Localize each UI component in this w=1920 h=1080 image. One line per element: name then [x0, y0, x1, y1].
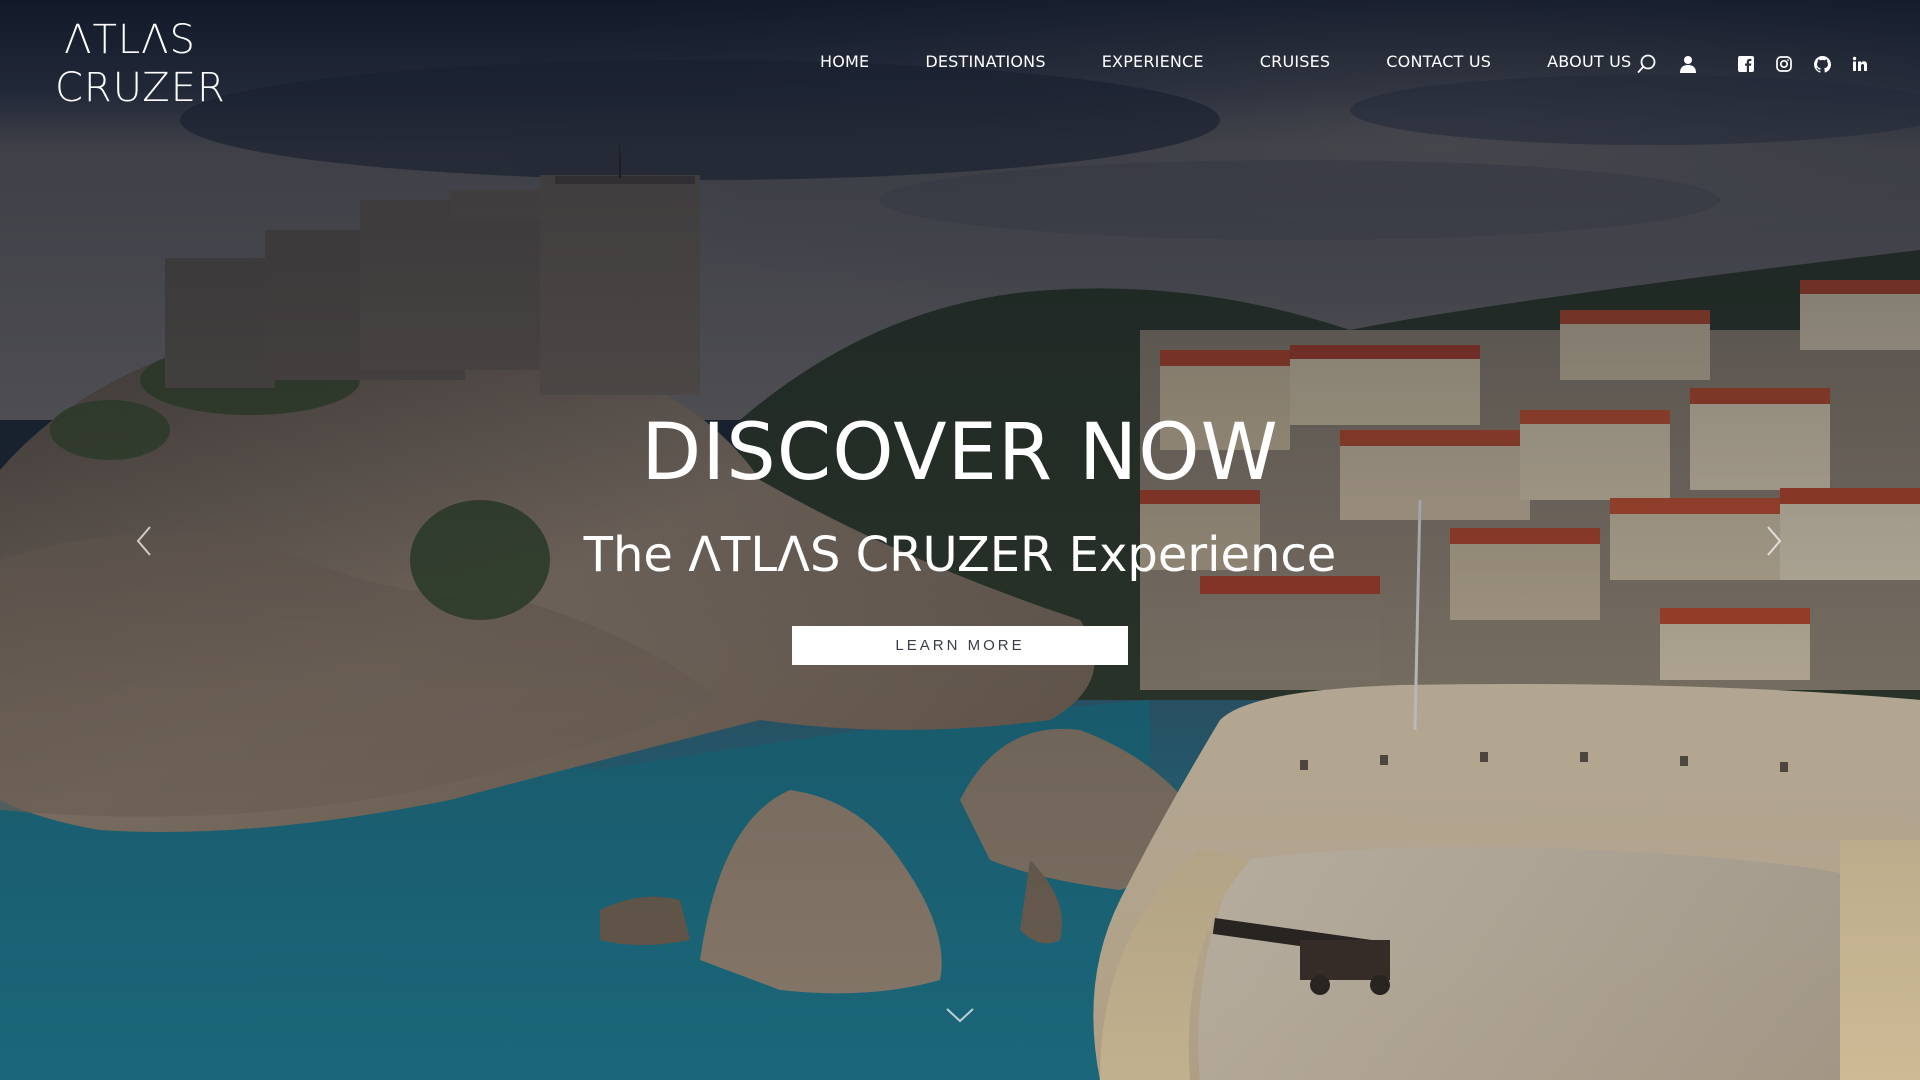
facebook-icon[interactable] — [1735, 53, 1757, 75]
instagram-icon[interactable] — [1773, 53, 1795, 75]
search-icon[interactable] — [1636, 53, 1658, 75]
chevron-left-icon[interactable] — [134, 525, 154, 562]
chevron-right-icon[interactable] — [1764, 525, 1784, 562]
nav-item-cruises[interactable]: CRUISES — [1260, 52, 1331, 71]
brand-logo-line1: ΛTLΛS — [64, 17, 196, 63]
brand-logo[interactable]: ΛTLΛS CRUZER — [55, 16, 226, 112]
hero-section: ΛTLΛS CRUZER HOME DESTINATIONS EXPERIENC… — [0, 0, 1920, 1080]
nav-item-destinations[interactable]: DESTINATIONS — [925, 52, 1045, 71]
brand-logo-line2: CRUZER — [55, 65, 226, 111]
header-icons — [1636, 53, 1871, 75]
user-icon[interactable] — [1677, 53, 1699, 75]
hero-subtitle: The ΛTLΛS CRUZER Experience — [583, 527, 1337, 583]
nav-item-home[interactable]: HOME — [820, 52, 869, 71]
learn-more-button[interactable]: LEARN MORE — [792, 626, 1128, 665]
hero-title: DISCOVER NOW — [641, 408, 1279, 498]
nav-item-experience[interactable]: EXPERIENCE — [1102, 52, 1204, 71]
linkedin-icon[interactable] — [1849, 53, 1871, 75]
nav-item-contact-us[interactable]: CONTACT US — [1386, 52, 1491, 71]
chevron-down-icon[interactable] — [945, 1006, 975, 1029]
nav-item-about-us[interactable]: ABOUT US — [1547, 52, 1631, 71]
github-icon[interactable] — [1811, 53, 1833, 75]
main-nav: HOME DESTINATIONS EXPERIENCE CRUISES CON… — [820, 52, 1631, 71]
